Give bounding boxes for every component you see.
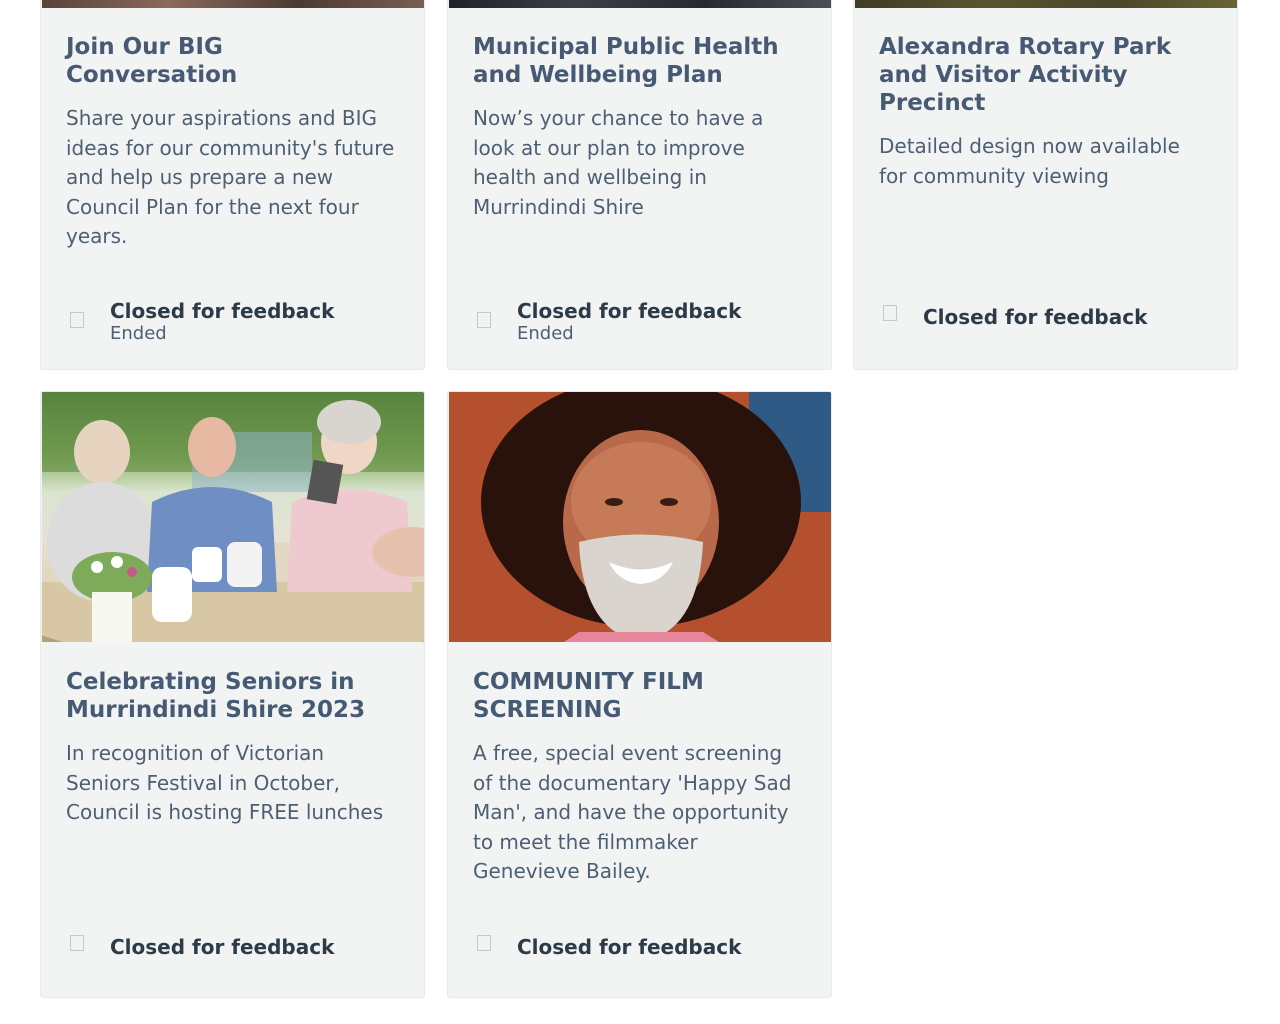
feedback-status-icon: [477, 312, 491, 328]
status-label: Closed for feedback: [923, 305, 1148, 329]
card-title[interactable]: COMMUNITY FILM SCREENING: [473, 668, 807, 724]
card-image: [449, 0, 831, 8]
card-status: Closed for feedback: [473, 935, 741, 959]
card-description: Now’s your chance to have a look at our …: [473, 106, 764, 219]
status-label: Closed for feedback: [110, 935, 335, 959]
filmmaker-portrait-photo: [449, 392, 831, 642]
card-title[interactable]: Alexandra Rotary Park and Visitor Activi…: [879, 33, 1213, 117]
status-sub-label: Ended: [110, 323, 167, 344]
feedback-status-icon: [70, 312, 84, 328]
status-sub-label: Ended: [517, 323, 574, 344]
card-status: Closed for feedback Ended: [66, 299, 334, 345]
card-title[interactable]: Celebrating Seniors in Murrindindi Shire…: [66, 668, 400, 724]
seniors-lunch-photo: [42, 392, 424, 642]
card-status: Closed for feedback Ended: [473, 299, 741, 345]
card-image[interactable]: [449, 392, 831, 642]
feedback-status-icon: [477, 935, 491, 951]
status-label: Closed for feedback: [517, 935, 742, 959]
feedback-status-icon: [883, 305, 897, 321]
card-image: [855, 0, 1237, 8]
card-title[interactable]: Join Our BIG Conversation: [66, 33, 400, 89]
project-card-big-conversation[interactable]: Join Our BIG Conversation Share your asp…: [40, 0, 425, 370]
card-description: In recognition of Victorian Seniors Fest…: [66, 741, 384, 824]
card-status: Closed for feedback: [66, 935, 334, 959]
project-card-rotary-park[interactable]: Alexandra Rotary Park and Visitor Activi…: [853, 0, 1238, 370]
card-status: Closed for feedback: [879, 305, 1147, 329]
card-description: Share your aspirations and BIG ideas for…: [66, 106, 395, 248]
card-description: Detailed design now available for commun…: [879, 134, 1180, 188]
project-card-celebrating-seniors[interactable]: Celebrating Seniors in Murrindindi Shire…: [40, 391, 425, 998]
status-label: Closed for feedback: [110, 299, 335, 323]
card-image: [42, 0, 424, 8]
card-description: A free, special event screening of the d…: [473, 741, 792, 883]
feedback-status-icon: [70, 935, 84, 951]
status-label: Closed for feedback: [517, 299, 742, 323]
card-image[interactable]: [42, 392, 424, 642]
card-title[interactable]: Municipal Public Health and Wellbeing Pl…: [473, 33, 807, 89]
project-card-film-screening[interactable]: COMMUNITY FILM SCREENING A free, special…: [447, 391, 832, 998]
project-card-health-wellbeing[interactable]: Municipal Public Health and Wellbeing Pl…: [447, 0, 832, 370]
